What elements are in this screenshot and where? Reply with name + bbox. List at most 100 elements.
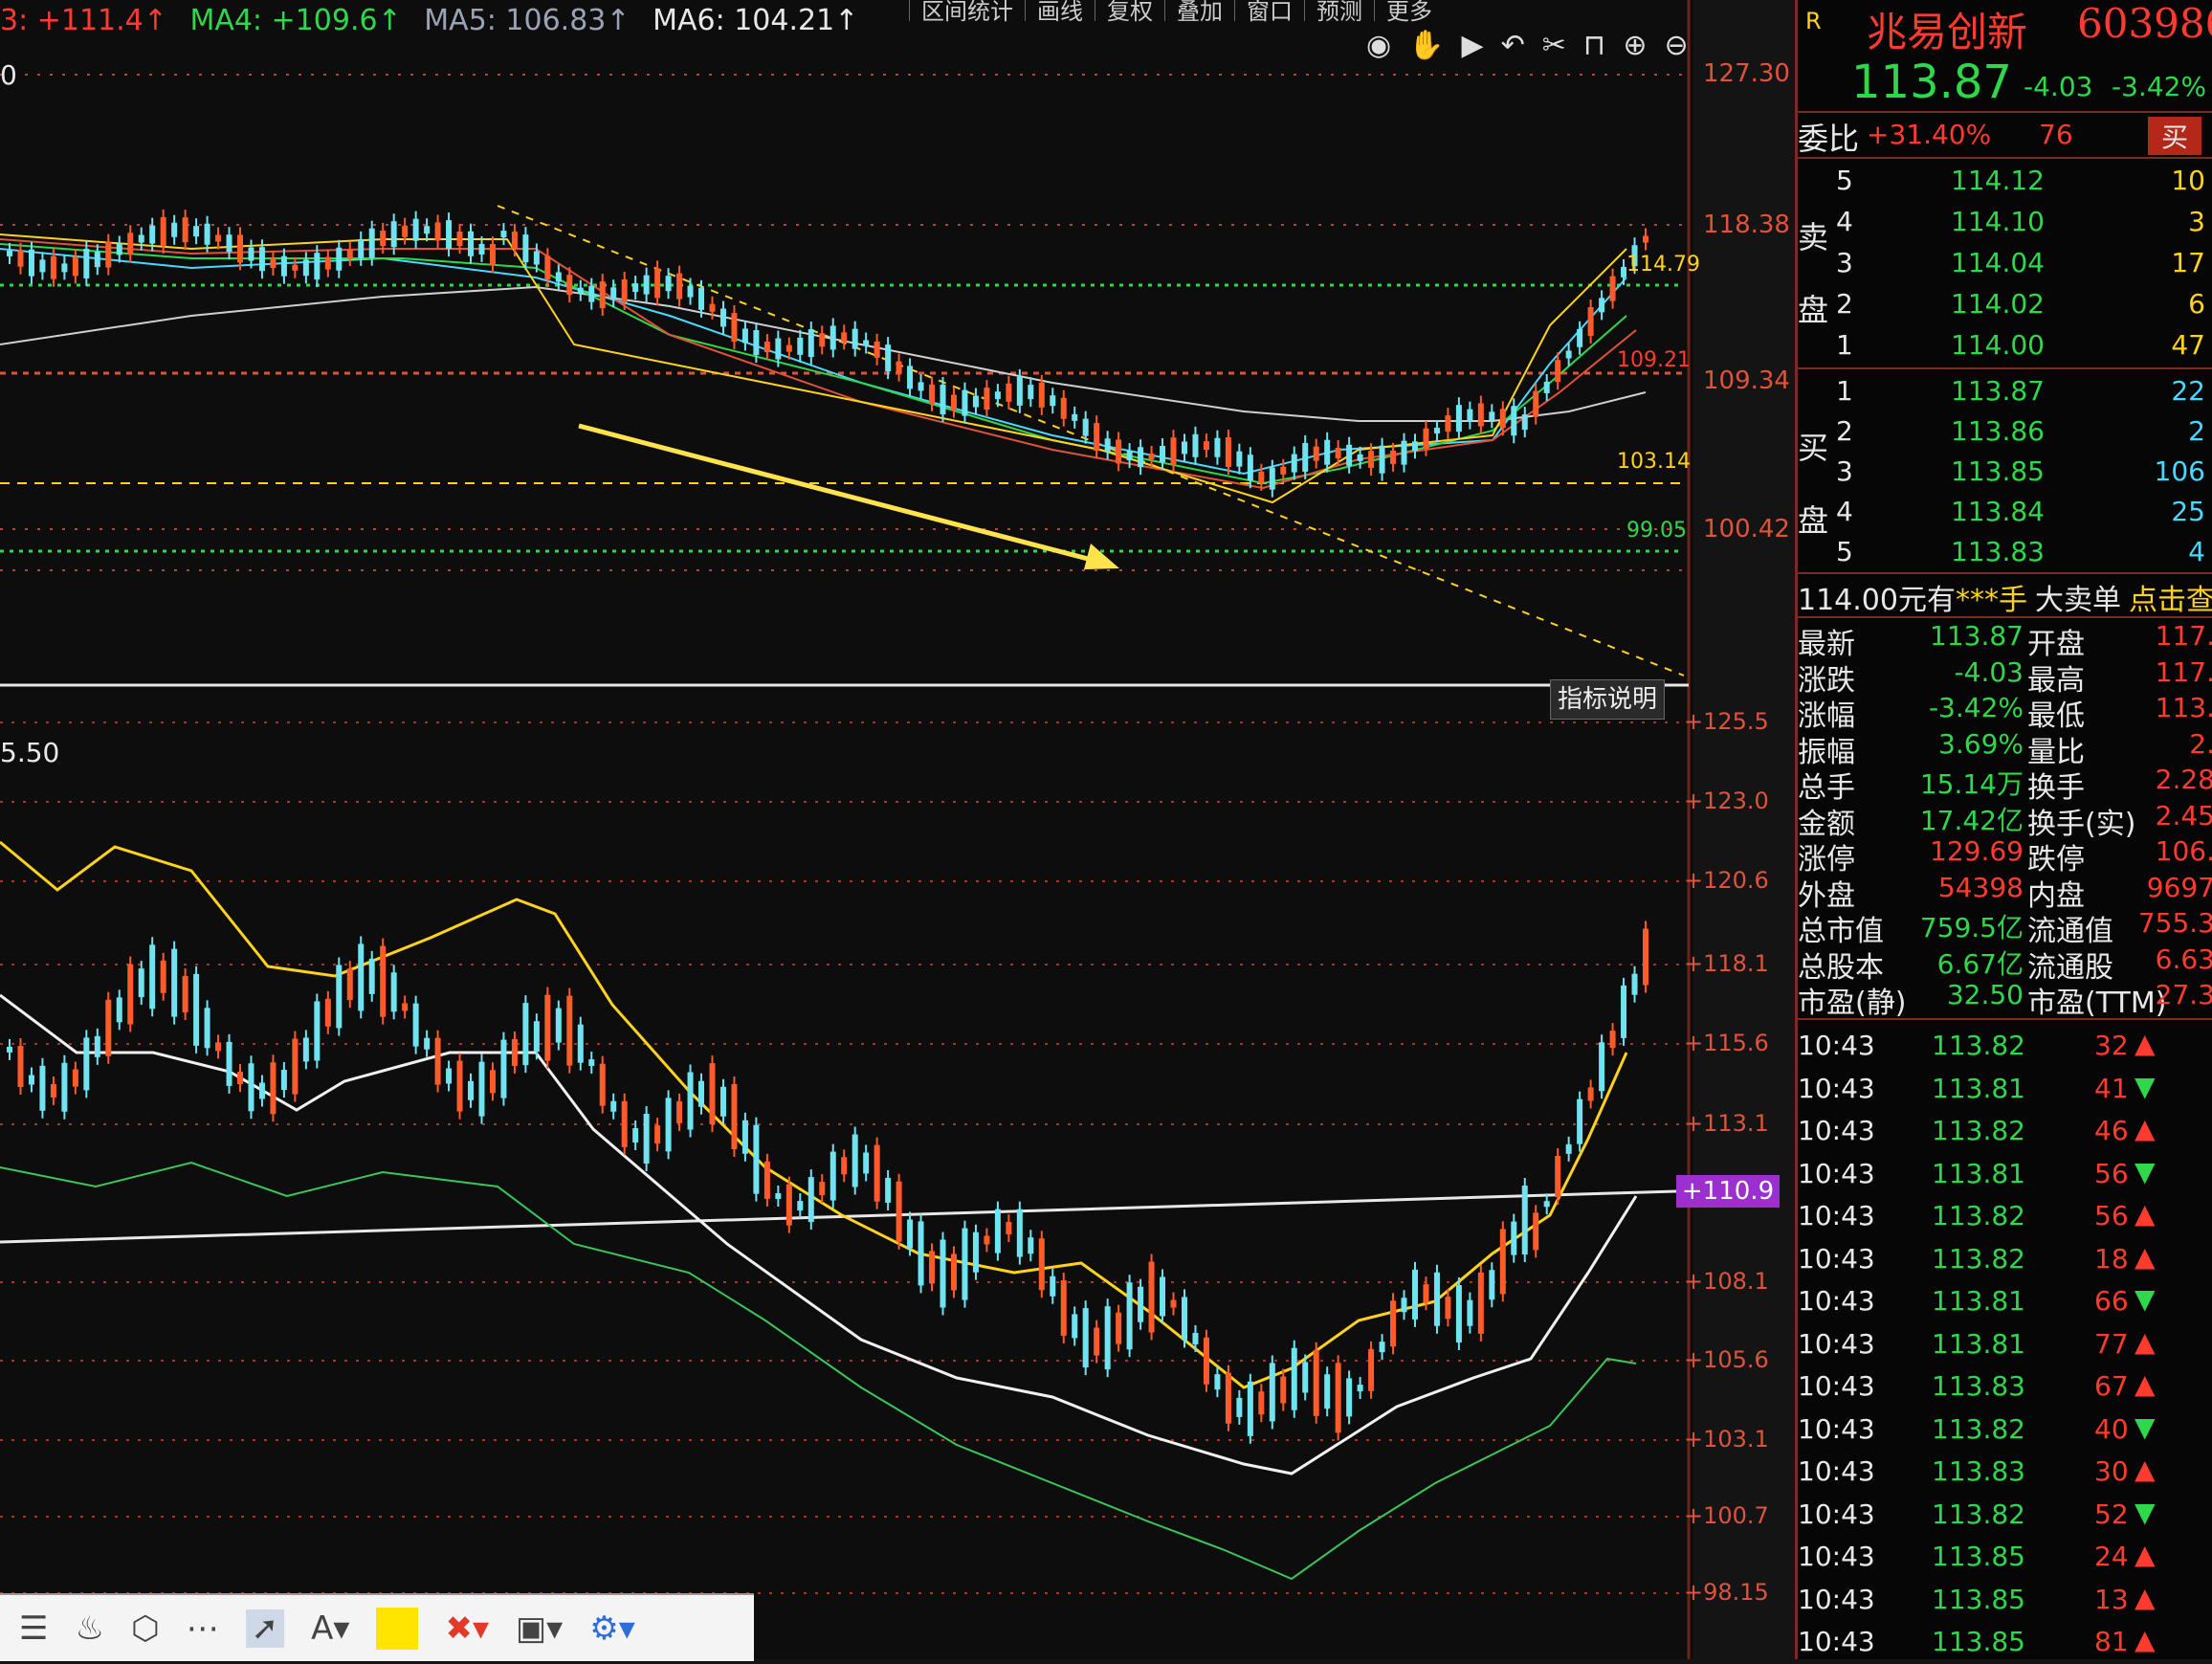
lock-icon[interactable]: ⊓	[1583, 29, 1605, 62]
menu-icon[interactable]: ☰	[19, 1609, 48, 1648]
tick-row: 10:43 113.82 18 ▲	[1798, 1239, 2212, 1281]
candle	[698, 287, 705, 310]
candle	[588, 285, 595, 302]
ask-volume: 3	[2188, 206, 2205, 237]
candle	[17, 1046, 24, 1088]
pointer-icon[interactable]: ➚	[245, 1609, 285, 1648]
candle	[500, 1039, 507, 1098]
tick-row: 10:43 113.81 56 ▼	[1798, 1154, 2212, 1196]
candle	[434, 1037, 441, 1085]
candle	[314, 1001, 321, 1061]
candle	[741, 1120, 748, 1154]
big-order-notice[interactable]: 114.00元有***手 大卖单 点击查	[1798, 576, 2212, 617]
stat-row: 最新 113.87 开盘 117.	[1798, 620, 2212, 661]
candle	[863, 1152, 870, 1174]
menu-item-more[interactable]: 更多	[1374, 0, 1444, 25]
candle	[1038, 382, 1045, 408]
color-swatch[interactable]	[376, 1607, 419, 1650]
menu-item-overlay[interactable]: 叠加	[1164, 0, 1234, 25]
last-price: 113.87	[1851, 55, 2012, 109]
candle	[621, 278, 628, 302]
candle	[665, 276, 672, 292]
text-tool-icon[interactable]: A▾	[311, 1609, 349, 1648]
scissors-icon[interactable]: ✂	[1542, 29, 1566, 62]
play-icon[interactable]: ▶	[1462, 29, 1484, 62]
candle	[160, 960, 166, 993]
stat-value: 6.63	[2155, 943, 2212, 975]
candle	[1643, 928, 1648, 986]
candle	[204, 223, 210, 245]
ask-row: 5 114.12 10	[1798, 161, 2212, 201]
candle	[368, 228, 375, 258]
candle	[1543, 381, 1550, 393]
candle	[785, 1184, 792, 1226]
candle	[402, 1003, 409, 1011]
flame-icon[interactable]: ♨	[75, 1609, 103, 1648]
candle	[324, 998, 331, 1027]
menu-item-window[interactable]: 窗口	[1234, 0, 1304, 25]
upper-axis-label: 100.42	[1703, 515, 1790, 544]
candle	[1291, 1347, 1297, 1410]
candle	[753, 329, 760, 355]
stat-value: -3.42%	[1928, 692, 2024, 723]
indicator-info-button[interactable]: 指标说明	[1550, 679, 1665, 720]
candle	[731, 313, 738, 343]
shape-icon[interactable]: ⬡	[131, 1609, 160, 1648]
menu-item-forecast[interactable]: 预测	[1304, 0, 1374, 25]
candle	[237, 234, 244, 263]
stat-value: 6.67亿	[1936, 947, 2024, 980]
candle	[1379, 445, 1385, 474]
menu-item-draw[interactable]: 画线	[1025, 0, 1095, 25]
stat-value: 2.45	[2155, 799, 2212, 832]
weicha-value: 76	[2039, 119, 2073, 150]
candle	[1477, 403, 1484, 427]
candle	[1116, 439, 1122, 464]
candle	[643, 275, 650, 295]
lower-axis-label: +98.15	[1684, 1579, 1769, 1606]
candle	[1181, 1297, 1187, 1341]
settings-gear-icon[interactable]: ⚙▾	[589, 1609, 635, 1648]
candle	[555, 1008, 562, 1043]
candle	[336, 247, 343, 271]
more-icon[interactable]: ⋯	[187, 1609, 219, 1648]
hand-icon[interactable]: ✋	[1408, 29, 1444, 62]
tick-time: 10:43	[1798, 1157, 1875, 1189]
picture-icon[interactable]: ▣▾	[516, 1609, 563, 1648]
candle	[1521, 1186, 1528, 1255]
candle	[1433, 427, 1440, 433]
candle	[1160, 1276, 1166, 1317]
candle	[719, 308, 726, 327]
candle	[610, 287, 617, 300]
zoom-in-icon[interactable]: ⊕	[1623, 29, 1647, 62]
stat-row: 总市值 759.5亿 流通值 755.3	[1798, 907, 2212, 948]
candle	[1203, 1337, 1209, 1385]
candle	[1094, 1327, 1100, 1356]
candle	[1390, 450, 1397, 464]
candle	[1423, 1284, 1429, 1303]
eye-icon[interactable]: ◉	[1366, 29, 1391, 62]
candle	[950, 1254, 957, 1291]
candle	[478, 243, 485, 255]
candle	[182, 217, 188, 243]
tick-volume: 18	[2094, 1242, 2129, 1275]
bid-volume: 25	[2171, 496, 2205, 527]
menu-item-adjust[interactable]: 复权	[1095, 0, 1164, 25]
candle	[1170, 437, 1177, 465]
chart-area[interactable]: 3: +111.4↑ MA4: +109.6↑ MA5: 106.83↑ MA6…	[0, 0, 1790, 1661]
candle	[1577, 328, 1583, 347]
tick-volume: 81	[2094, 1626, 2129, 1657]
candle	[599, 281, 606, 309]
zoom-out-icon[interactable]: ⊖	[1664, 29, 1688, 62]
upper-axis-label: 127.30	[1703, 59, 1790, 88]
bid-volume: 22	[2171, 375, 2205, 407]
delete-icon[interactable]: ✖▾	[445, 1609, 489, 1648]
candle	[1006, 383, 1012, 402]
candle	[1577, 1098, 1583, 1144]
candle	[1269, 1363, 1275, 1422]
menu-item-interval[interactable]: 区间统计	[909, 0, 1025, 25]
candle	[1148, 1261, 1155, 1333]
buy-button[interactable]: 买	[2148, 117, 2202, 155]
undo-icon[interactable]: ↶	[1501, 29, 1525, 62]
candle	[676, 273, 683, 300]
bid-volume: 4	[2188, 536, 2205, 567]
